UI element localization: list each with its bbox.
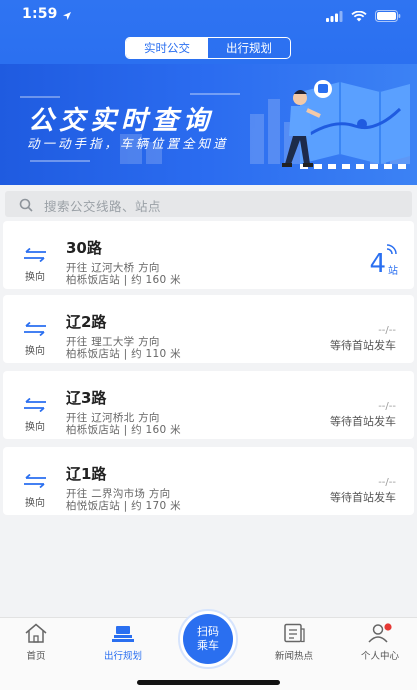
banner-subtitle: 动一动手指，车辆位置全知道 — [27, 136, 229, 151]
battery-icon — [375, 7, 401, 26]
search-icon — [19, 197, 33, 216]
swap-direction-button[interactable]: 换向 — [21, 397, 49, 433]
banner-title: 公交实时查询 — [28, 106, 215, 136]
eta-status: 等待首站发车 — [330, 491, 396, 504]
eta-placeholder: --/-- — [378, 401, 396, 412]
cellular-signal-icon — [326, 7, 343, 26]
tab-trip-planning[interactable]: 出行规划 — [208, 38, 290, 58]
promo-banner[interactable]: 公交实时查询 动一动手指，车辆位置全知道 — [0, 64, 417, 185]
realtime-signal-icon — [385, 241, 397, 260]
route-stop: 柏栎饭店站 | 约 160 米 — [66, 424, 181, 436]
bus-stop-icon — [88, 623, 158, 647]
tab-home-label: 首页 — [26, 651, 46, 662]
eta-status: 等待首站发车 — [330, 415, 396, 428]
tab-profile[interactable]: 个人中心 — [345, 618, 415, 662]
route-stop: 柏悦饭店站 | 约 170 米 — [66, 500, 181, 512]
swap-label: 换向 — [25, 272, 45, 283]
swap-icon — [21, 397, 49, 416]
location-arrow-icon — [62, 6, 72, 25]
status-time: 1:59 — [22, 6, 58, 22]
swap-label: 换向 — [25, 346, 45, 357]
tab-profile-label: 个人中心 — [360, 651, 399, 662]
swap-icon — [21, 473, 49, 492]
tab-home[interactable]: 首页 — [1, 618, 71, 662]
swap-label: 换向 — [25, 498, 45, 509]
route-name: 辽2路 — [66, 313, 107, 331]
scan-button-face: 扫码 乘车 — [183, 614, 233, 664]
route-card[interactable]: 换向 30路 开往 辽河大桥 方向 柏栎饭店站 | 约 160 米 4 站 — [3, 221, 414, 289]
route-stop: 柏栎饭店站 | 约 160 米 — [66, 274, 181, 286]
scan-label-line1: 扫码 — [197, 625, 219, 638]
tab-news-label: 新闻热点 — [274, 651, 313, 662]
tab-trip-plan-label: 出行规划 — [103, 651, 142, 662]
eta-stops-number: 4 — [369, 249, 386, 279]
eta-placeholder: --/-- — [378, 477, 396, 488]
eta-status: 等待首站发车 — [330, 339, 396, 352]
route-name: 辽3路 — [66, 389, 107, 407]
scan-to-ride-button[interactable]: 扫码 乘车 — [178, 609, 238, 669]
status-bar: 1:59 — [0, 0, 417, 28]
scan-label-line2: 乘车 — [197, 639, 219, 652]
home-icon — [1, 623, 71, 647]
route-stop: 柏栎饭店站 | 约 110 米 — [66, 348, 181, 360]
tab-news[interactable]: 新闻热点 — [259, 618, 329, 662]
route-name: 30路 — [66, 239, 102, 257]
swap-direction-button[interactable]: 换向 — [21, 321, 49, 357]
swap-icon — [21, 247, 49, 266]
search-placeholder: 搜索公交线路、站点 — [44, 199, 162, 214]
tab-trip-plan[interactable]: 出行规划 — [88, 618, 158, 662]
eta-placeholder: --/-- — [378, 325, 396, 336]
wifi-icon — [351, 7, 367, 26]
route-card[interactable]: 换向 辽1路 开往 二界沟市场 方向 柏悦饭店站 | 约 170 米 --/--… — [3, 447, 414, 515]
route-card[interactable]: 换向 辽2路 开往 理工大学 方向 柏栎饭店站 | 约 110 米 --/-- … — [3, 295, 414, 363]
route-name: 辽1路 — [66, 465, 107, 483]
header: 1:59 实时公交 出行规划 公交实时查询 动一动手指，车辆位置全知道 — [0, 0, 417, 185]
swap-icon — [21, 321, 49, 340]
tab-realtime-bus[interactable]: 实时公交 — [126, 38, 208, 58]
home-indicator — [137, 680, 280, 685]
user-icon — [345, 623, 415, 647]
swap-direction-button[interactable]: 换向 — [21, 247, 49, 283]
eta-stops-unit: 站 — [388, 266, 398, 277]
news-icon — [259, 623, 329, 647]
mode-segmented-control: 实时公交 出行规划 — [125, 37, 291, 59]
route-card[interactable]: 换向 辽3路 开往 辽河桥北 方向 柏栎饭店站 | 约 160 米 --/-- … — [3, 371, 414, 439]
swap-label: 换向 — [25, 422, 45, 433]
search-input[interactable]: 搜索公交线路、站点 — [5, 191, 412, 217]
swap-direction-button[interactable]: 换向 — [21, 473, 49, 509]
